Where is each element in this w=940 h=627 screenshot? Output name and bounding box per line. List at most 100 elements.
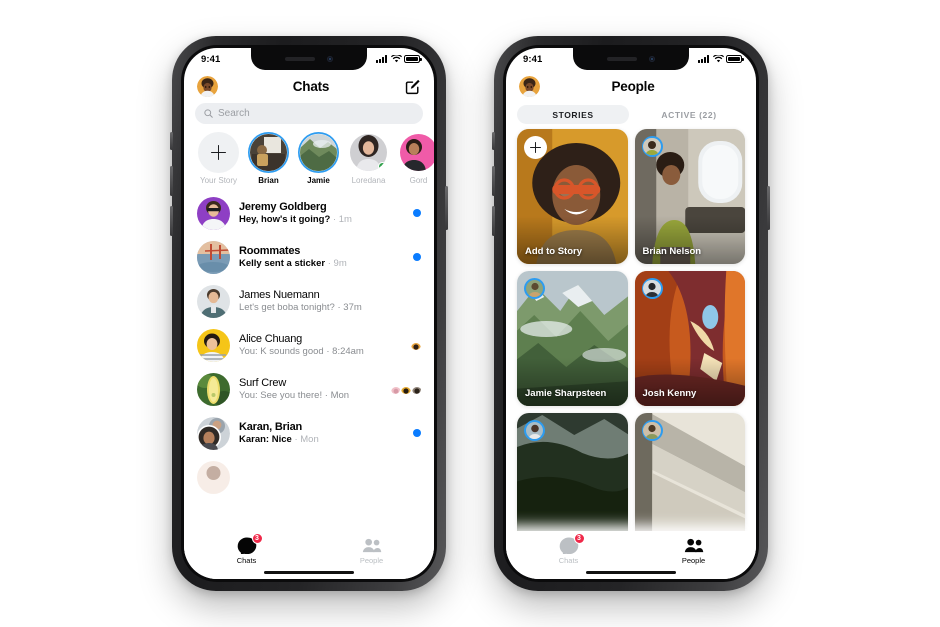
- chat-bubble-icon: 3: [559, 533, 585, 556]
- phone-screen-people: 9:41 People STORIES ACTIVE (22) Add to S…: [506, 48, 756, 579]
- story-author-avatar: [641, 420, 663, 441]
- story-label: Gord: [409, 176, 428, 185]
- chat-row-alice-chuang[interactable]: Alice Chuang You: K sounds good · 8:24am: [184, 323, 434, 367]
- chat-row-karan-brian[interactable]: Karan, Brian Karan: Nice · Mon: [184, 411, 434, 455]
- power-button[interactable]: [767, 186, 770, 230]
- silent-switch[interactable]: [492, 132, 495, 150]
- chat-preview: Kelly sent a sticker · 9m: [239, 258, 382, 269]
- avatar: [197, 328, 230, 362]
- card-label: Add to Story: [525, 246, 582, 257]
- unread-dot: [413, 429, 421, 437]
- chat-text: Alice Chuang You: K sounds good · 8:24am: [239, 333, 382, 357]
- tab-people[interactable]: People: [631, 537, 756, 565]
- story-card-house-eaves[interactable]: [634, 413, 745, 548]
- story-label: Jamie: [307, 176, 330, 185]
- story-ring: [298, 132, 339, 173]
- story-jamie[interactable]: Jamie: [297, 132, 340, 185]
- status-indicators: [376, 55, 422, 63]
- chat-preview: Hey, how's it going? · 1m: [239, 214, 382, 225]
- card-label: Brian Nelson: [642, 246, 702, 257]
- earpiece-speaker: [285, 57, 315, 61]
- silent-switch[interactable]: [170, 132, 173, 150]
- compose-pencil-icon[interactable]: [404, 78, 421, 95]
- chat-text: Jeremy Goldberg Hey, how's it going? · 1…: [239, 201, 382, 225]
- preview-sender: Karan:: [239, 434, 270, 445]
- story-loredana[interactable]: Loredana: [347, 132, 390, 185]
- chat-list: Jeremy Goldberg Hey, how's it going? · 1…: [184, 189, 434, 499]
- profile-avatar[interactable]: [519, 76, 540, 97]
- volume-down-button[interactable]: [492, 206, 495, 236]
- volume-up-button[interactable]: [492, 166, 495, 196]
- volume-down-button[interactable]: [170, 206, 173, 236]
- chat-name: Roommates: [239, 245, 301, 257]
- chat-row-roommates[interactable]: Roommates Kelly sent a sticker · 9m: [184, 235, 434, 279]
- search-input[interactable]: Search: [195, 103, 423, 124]
- home-indicator[interactable]: [586, 570, 676, 574]
- front-camera-icon: [649, 56, 655, 62]
- story-label: Loredana: [351, 176, 386, 185]
- chat-time: Mon: [300, 434, 319, 445]
- search-container: Search: [184, 102, 434, 130]
- story-your-story[interactable]: Your Story: [197, 132, 240, 185]
- chat-preview: You: See you there! · Mon: [239, 390, 382, 401]
- chat-name: Jeremy Goldberg: [239, 201, 327, 213]
- phone-screen-chats: 9:41 Chats Search Your Story Brian Jamie…: [184, 48, 434, 579]
- story-tray[interactable]: Your Story Brian Jamie Loredana Gord: [184, 130, 434, 189]
- avatar: [197, 240, 230, 274]
- preview-text: Hey, how's it going?: [239, 214, 331, 225]
- story-card-jamie-sharpsteen[interactable]: Jamie Sharpsteen: [517, 271, 628, 406]
- story-ring: [348, 132, 389, 173]
- preview-text: Let's get boba tonight?: [239, 302, 335, 313]
- phone-device-chats: 9:41 Chats Search Your Story Brian Jamie…: [170, 36, 448, 591]
- avatar: [197, 460, 230, 494]
- chat-row-surf-crew[interactable]: Surf Crew You: See you there! · Mon: [184, 367, 434, 411]
- group-avatar: [197, 416, 230, 450]
- story-card-add-to-story[interactable]: Add to Story: [517, 129, 628, 264]
- unread-dot: [413, 209, 421, 217]
- story-author-avatar: [524, 278, 545, 299]
- chat-time: 1m: [338, 214, 352, 225]
- chat-row-james-nuemann[interactable]: James Nuemann Let's get boba tonight? · …: [184, 279, 434, 323]
- phone-bezel: 9:41: [181, 45, 437, 582]
- tab-chats[interactable]: 3 Chats: [506, 533, 631, 565]
- power-button[interactable]: [445, 186, 448, 230]
- card-label: Josh Kenny: [642, 388, 697, 399]
- tab-label: Chats: [236, 556, 257, 565]
- tab-chats[interactable]: 3 Chats: [184, 533, 309, 565]
- story-gord[interactable]: Gord: [397, 132, 434, 185]
- add-to-story-button[interactable]: [524, 136, 547, 159]
- story-brian[interactable]: Brian: [247, 132, 290, 185]
- story-card-josh-kenny[interactable]: Josh Kenny: [634, 271, 745, 406]
- chat-row-jeremy-goldberg[interactable]: Jeremy Goldberg Hey, how's it going? · 1…: [184, 191, 434, 235]
- story-thumbnail: [300, 134, 337, 171]
- chats-navbar: Chats: [184, 70, 434, 102]
- story-card-brian-nelson[interactable]: Brian Nelson: [634, 129, 745, 264]
- avatar: [197, 284, 230, 318]
- profile-avatar[interactable]: [197, 76, 218, 97]
- chat-name: James Nuemann: [239, 289, 320, 301]
- chat-preview: You: K sounds good · 8:24am: [239, 346, 382, 357]
- volume-up-button[interactable]: [170, 166, 173, 196]
- chat-time: Mon: [330, 390, 350, 401]
- wifi-icon: [712, 55, 724, 63]
- story-card-dark-forest[interactable]: [517, 413, 628, 548]
- notch: [573, 48, 689, 70]
- seen-avatar: [411, 384, 421, 394]
- chat-row-partial[interactable]: [184, 455, 434, 499]
- chat-status: [391, 340, 421, 350]
- tab-people[interactable]: People: [309, 537, 434, 565]
- search-placeholder: Search: [218, 108, 250, 119]
- front-camera-icon: [327, 56, 333, 62]
- home-indicator[interactable]: [264, 570, 354, 574]
- battery-icon: [726, 55, 744, 63]
- people-icon: [362, 537, 382, 554]
- cellular-bars-icon: [698, 55, 709, 63]
- chat-text: Karan, Brian Karan: Nice · Mon: [239, 421, 382, 445]
- chat-status: [391, 429, 421, 437]
- add-story-button[interactable]: [198, 132, 239, 173]
- story-author-avatar: [524, 420, 545, 441]
- phone-device-people: 9:41 People STORIES ACTIVE (22) Add to S…: [492, 36, 770, 591]
- segment-active[interactable]: ACTIVE (22): [633, 105, 745, 124]
- chat-time: 9m: [333, 258, 347, 269]
- segment-stories[interactable]: STORIES: [517, 105, 629, 124]
